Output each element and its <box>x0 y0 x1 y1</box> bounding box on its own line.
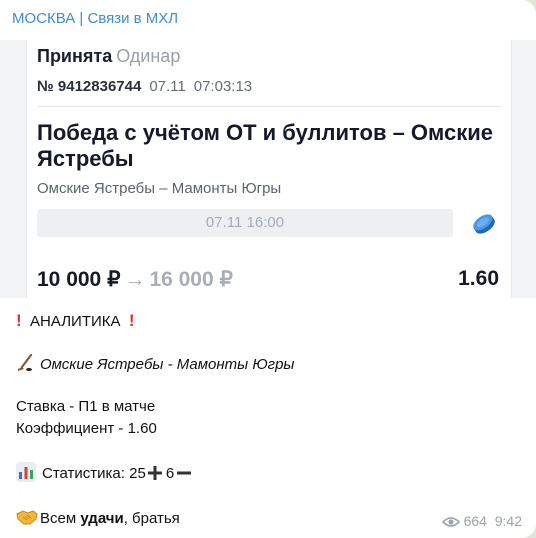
match-teams: Омские Ястребы – Мамонты Югры <box>37 180 282 197</box>
exclamation-icon: ! <box>128 311 135 330</box>
luck-text-b: удачи <box>80 510 124 527</box>
luck-text-c: , братья <box>123 510 180 527</box>
plus-icon <box>147 466 162 480</box>
channel-name[interactable]: МОСКВА | Связи в МХЛ <box>12 10 178 27</box>
bet-line: Ставка - П1 в матче <box>16 398 156 415</box>
match-text: Омские Ястребы - Мамонты Югры <box>40 356 295 373</box>
bet-card: Принята Одинар № 9412836744 07.11 07:03:13 … <box>26 40 512 298</box>
stats-line: Статистика: 25 6 <box>16 462 192 482</box>
analytics-heading: ! АНАЛИТИКА ! <box>16 311 135 331</box>
arrow-icon: → <box>124 268 146 291</box>
stake-amount: 10 000 ₽ <box>37 268 121 291</box>
coef-line: Коэффициент - 1.60 <box>16 420 157 437</box>
hockey-icon <box>18 353 33 371</box>
bet-status-label: Принята <box>37 46 113 66</box>
message-bubble: МОСКВА | Связи в МХЛ Принята Одинар № 941… <box>0 0 536 538</box>
exclamation-icon: ! <box>16 311 22 330</box>
bet-odds: 1.60 <box>458 267 499 290</box>
bar-chart-icon <box>16 462 36 482</box>
eye-icon <box>441 517 460 527</box>
luck-text-a: Всем <box>40 510 81 527</box>
win-amount: 16 000 ₽ <box>149 268 233 291</box>
stats-label: Статистика: <box>42 465 125 482</box>
bet-date: 07.11 <box>149 78 186 95</box>
message-meta: 664 9:42 <box>441 513 522 529</box>
stats-losses: 6 <box>165 465 175 482</box>
stats-wins: 25 <box>129 465 146 482</box>
match-time: 07.11 16:00 <box>205 214 285 231</box>
bet-market: Победа с учётом ОТ и буллитов – Омские Я… <box>37 120 494 171</box>
minus-icon <box>177 471 192 475</box>
bet-screenshot[interactable]: Принята Одинар № 9412836744 07.11 07:03:13 … <box>0 40 536 298</box>
handshake-icon <box>16 510 38 525</box>
bet-status: Принята Одинар <box>37 46 180 67</box>
bet-type: Одинар <box>116 46 181 66</box>
match-time-bar: 07.11 16:00 <box>37 209 453 237</box>
message-time: 9:42 <box>494 513 522 529</box>
bet-number: № 9412836744 <box>37 78 142 95</box>
bet-time: 07:03:13 <box>193 78 253 95</box>
match-line: Омские Ястребы - Мамонты Югры <box>16 353 295 373</box>
puck-icon <box>473 214 495 234</box>
bet-number-row: № 9412836744 07.11 07:03:13 <box>37 78 252 95</box>
views-count: 664 <box>463 513 487 529</box>
analytics-label: АНАЛИТИКА <box>30 313 121 330</box>
divider <box>37 106 501 107</box>
luck-line: Всем удачи, братья <box>16 508 180 527</box>
stake-row: 10 000 ₽ → 16 000 ₽ <box>37 267 233 292</box>
